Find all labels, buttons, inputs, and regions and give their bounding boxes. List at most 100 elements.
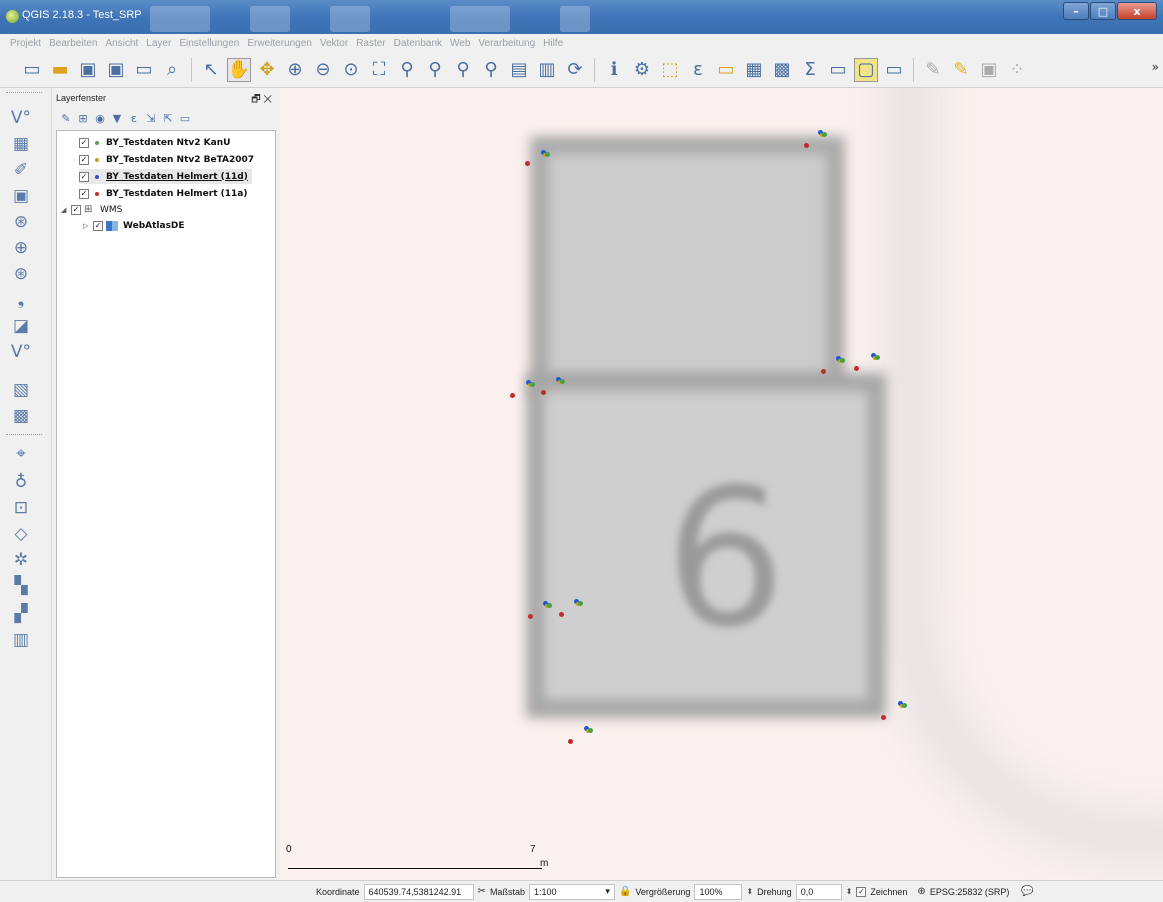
point-marker[interactable]	[898, 701, 908, 708]
save-project-icon[interactable]: ▣	[76, 58, 100, 82]
measure-icon[interactable]: ▭	[826, 58, 850, 82]
close-button[interactable]: x	[1117, 2, 1157, 20]
scale-combobox[interactable]: 1:100 ▾	[528, 883, 615, 900]
add-wcs-layer-icon[interactable]: ⊕	[8, 236, 34, 260]
menu-datenbank[interactable]: Datenbank	[390, 38, 446, 49]
add-wms-layer-icon[interactable]: ⊛	[8, 210, 34, 234]
point-marker[interactable]	[584, 726, 594, 733]
magnifier-spinner-icon[interactable]: ⬍	[746, 887, 753, 896]
layer-item[interactable]: ✓ BY_Testdaten Ntv2 KanU	[79, 135, 230, 150]
filter-expression-icon[interactable]: ε	[128, 112, 140, 125]
identify-icon[interactable]: ℹ	[602, 58, 626, 82]
messages-icon[interactable]: 💬	[1021, 886, 1033, 897]
new-map-view-icon[interactable]: ▤	[507, 58, 531, 82]
collapsed-arrow-icon[interactable]: ▷	[83, 222, 91, 230]
layer-item[interactable]: ▷ ✓ WebAtlasDE	[83, 218, 185, 233]
zoom-native-icon[interactable]: ⊙	[339, 58, 363, 82]
zoom-to-layer-icon[interactable]: ⚲	[423, 58, 447, 82]
add-delimited-text-icon[interactable]: ❟	[8, 288, 34, 312]
point-marker[interactable]	[510, 393, 515, 398]
menu-ansicht[interactable]: Ansicht	[102, 38, 143, 49]
map-tips-icon[interactable]: ▢	[854, 57, 878, 82]
layer-checkbox[interactable]: ✓	[79, 188, 89, 199]
point-marker[interactable]	[871, 353, 881, 360]
menu-vektor[interactable]: Vektor	[316, 38, 352, 49]
touch-zoom-icon[interactable]: ↖	[199, 58, 223, 82]
layer-checkbox[interactable]: ✓	[79, 154, 89, 165]
topology-checker-icon[interactable]: ✲	[8, 548, 34, 572]
point-marker[interactable]	[568, 739, 573, 744]
annotation-icon[interactable]: ▭	[882, 58, 906, 82]
point-marker[interactable]	[821, 369, 826, 374]
georeferencer-icon[interactable]: ⌖	[8, 442, 34, 466]
collapse-all-icon[interactable]: ⇱	[162, 112, 174, 125]
field-calculator-icon[interactable]: ▩	[770, 58, 794, 82]
point-marker[interactable]	[526, 380, 536, 387]
menu-verarbeitung[interactable]: Verarbeitung	[474, 38, 539, 49]
add-vector-layer-icon[interactable]: V°	[8, 106, 34, 130]
zoom-last-icon[interactable]: ⚲	[451, 58, 475, 82]
point-marker[interactable]	[541, 390, 546, 395]
add-raster-layer-icon[interactable]: ▦	[8, 132, 34, 156]
menu-raster[interactable]: Raster	[352, 38, 389, 49]
rotation-field[interactable]: 0,0	[795, 883, 842, 900]
add-db2-layer-icon[interactable]: ▣	[8, 184, 34, 208]
expand-arrow-icon[interactable]: ◢	[61, 206, 69, 214]
point-marker[interactable]	[881, 715, 886, 720]
point-marker[interactable]	[854, 366, 859, 371]
menu-hilfe[interactable]: Hilfe	[539, 38, 567, 49]
bookmarks-icon[interactable]: ▥	[535, 58, 559, 82]
magnifier-field[interactable]: 100%	[694, 883, 743, 900]
save-edits-icon[interactable]: ▣	[977, 58, 1001, 82]
gps-tool-icon[interactable]: ♁	[8, 470, 34, 494]
layer-checkbox[interactable]: ✓	[79, 171, 89, 182]
point-marker[interactable]	[559, 612, 564, 617]
menu-erweiterungen[interactable]: Erweiterungen	[243, 38, 315, 49]
new-shapefile-icon[interactable]: V°	[8, 340, 34, 364]
point-marker[interactable]	[525, 161, 530, 166]
zoom-to-selection-icon[interactable]: ⚲	[395, 58, 419, 82]
zoom-full-icon[interactable]: ⛶	[367, 58, 391, 82]
add-postgis-layer-icon[interactable]: ✐	[8, 158, 34, 182]
visibility-eye-icon[interactable]: ◉	[94, 112, 106, 125]
render-checkbox[interactable]: ✓	[856, 886, 867, 897]
layer-item[interactable]: ✓ BY_Testdaten Helmert (11a)	[79, 186, 247, 201]
layer-checkbox[interactable]: ✓	[93, 220, 103, 231]
add-group-icon[interactable]: ⊞	[77, 112, 89, 125]
menu-layer[interactable]: Layer	[142, 38, 175, 49]
point-marker[interactable]	[528, 614, 533, 619]
group-checkbox[interactable]: ✓	[71, 204, 81, 215]
point-marker[interactable]	[543, 601, 553, 608]
layer-item[interactable]: ✓ BY_Testdaten Helmert (11d)	[79, 169, 252, 184]
digitize-edit-icon[interactable]: ✎	[921, 58, 945, 82]
new-project-icon[interactable]: ▭	[20, 58, 44, 82]
zoom-next-icon[interactable]: ⚲	[479, 58, 503, 82]
point-marker[interactable]	[556, 377, 566, 384]
coordinate-capture-icon[interactable]: ▚	[8, 574, 34, 598]
add-wfs-layer-icon[interactable]: ⊛	[8, 262, 34, 286]
toolbar-overflow-icon[interactable]: »	[1152, 60, 1159, 74]
add-oracle-layer-icon[interactable]: ▩	[8, 404, 34, 428]
layer-group[interactable]: ◢ ✓ ⊞ WMS	[61, 202, 122, 217]
point-marker[interactable]	[818, 130, 828, 137]
point-marker[interactable]	[804, 143, 809, 148]
crs-globe-icon[interactable]: ⊕	[917, 886, 925, 897]
menu-einstellungen[interactable]: Einstellungen	[175, 38, 243, 49]
select-by-expression-icon[interactable]: ε	[686, 58, 710, 82]
style-layer-icon[interactable]: ✎	[60, 112, 72, 125]
point-marker[interactable]	[836, 356, 846, 363]
menu-web[interactable]: Web	[446, 38, 474, 49]
point-marker[interactable]	[574, 599, 584, 606]
add-point-icon[interactable]: ⁘	[1005, 58, 1029, 82]
crs-status[interactable]: EPSG:25832 (SRP)	[930, 887, 1010, 897]
toggle-extents-icon[interactable]: ✂	[478, 886, 486, 897]
open-project-icon[interactable]: ▬	[48, 58, 72, 82]
rotation-spinner-icon[interactable]: ⬍	[846, 887, 853, 896]
zoom-in-icon[interactable]: ⊕	[283, 58, 307, 82]
geometry-checker-icon[interactable]: ◇	[8, 522, 34, 546]
coordinate-field[interactable]: 640539.74,5381242.91	[363, 883, 474, 900]
pan-hand-icon[interactable]: ✋	[227, 57, 251, 82]
heatmap-tool-icon[interactable]: ▞	[8, 602, 34, 626]
maximize-button[interactable]: □	[1090, 2, 1116, 20]
minimize-button[interactable]: –	[1063, 2, 1089, 20]
